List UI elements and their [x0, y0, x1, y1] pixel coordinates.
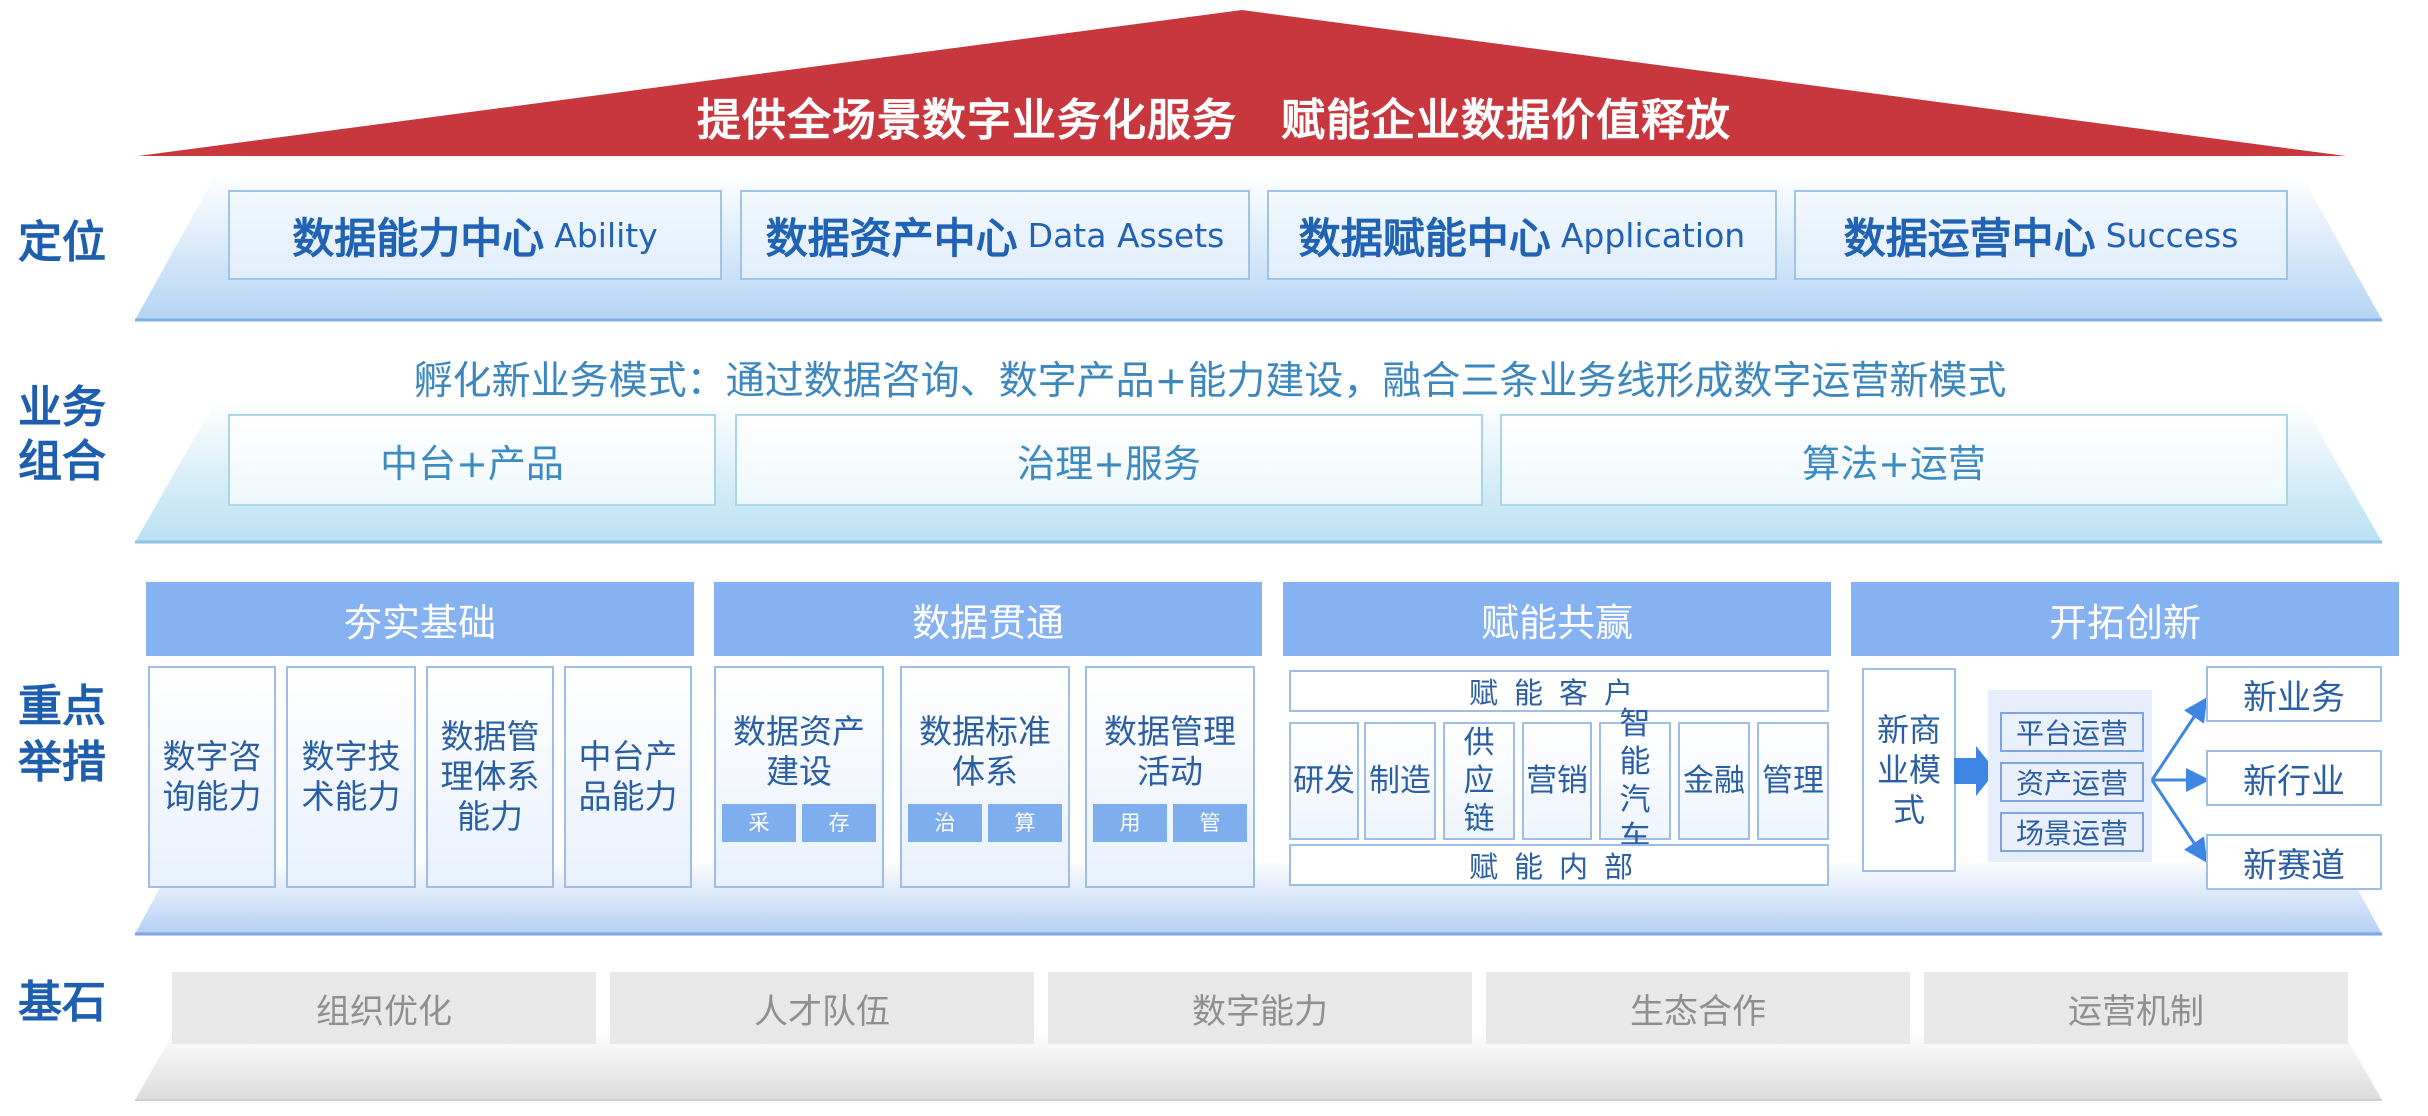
label-measures-line1: 重点 — [18, 681, 106, 732]
foundation-card: 中台产品能力 — [564, 666, 692, 888]
label-business-line2: 组合 — [18, 436, 106, 487]
business-line-governance: 治理+服务 — [735, 414, 1483, 506]
cornerstone-org: 组织优化 — [172, 972, 596, 1044]
cornerstone-digital: 数字能力 — [1048, 972, 1472, 1044]
category-integration: 数据贯通 — [714, 582, 1262, 656]
positioning-application: 数据赋能中心 Application — [1267, 190, 1777, 280]
foundation-card: 数据管理体系能力 — [426, 666, 554, 888]
category-empower: 赋能共赢 — [1283, 582, 1831, 656]
ops-platform: 平台运营 — [2000, 712, 2144, 752]
integration-tag: 采 — [722, 804, 796, 842]
positioning-ability-en: Ability — [554, 215, 658, 255]
integration-tag: 算 — [988, 804, 1062, 842]
outcome-new-track: 新赛道 — [2206, 834, 2382, 890]
integration-card-title: 数据标准体系 — [919, 712, 1051, 791]
business-banner: 孵化新业务模式：通过数据咨询、数字产品+能力建设，融合三条业务线形成数字运营新模… — [413, 359, 2007, 404]
positioning-success: 数据运营中心 Success — [1794, 190, 2288, 280]
cornerstone-talent: 人才队伍 — [610, 972, 1034, 1044]
positioning-data-assets: 数据资产中心 Data Assets — [740, 190, 1250, 280]
outcome-new-industry: 新行业 — [2206, 750, 2382, 806]
roof-slogan: 提供全场景数字业务化服务 赋能企业数据价值释放 — [0, 86, 2428, 146]
positioning-ability-cn: 数据能力中心 — [292, 213, 545, 263]
label-business-line1: 业务 — [18, 382, 106, 433]
industry-smart-auto: 智能汽车 — [1599, 706, 1671, 856]
integration-tag: 用 — [1093, 804, 1167, 842]
label-positioning: 定位 — [18, 217, 106, 268]
integration-card-title: 数据资产建设 — [733, 712, 865, 791]
integration-card: 数据资产建设 采 存 — [714, 666, 884, 888]
positioning-success-cn: 数据运营中心 — [1843, 213, 2096, 263]
industry-manufacturing: 制造 — [1364, 722, 1436, 840]
category-innovate: 开拓创新 — [1851, 582, 2399, 656]
foundation-card: 数字技术能力 — [286, 666, 416, 888]
integration-tag: 治 — [908, 804, 982, 842]
positioning-assets-cn: 数据资产中心 — [765, 213, 1018, 263]
positioning-application-cn: 数据赋能中心 — [1298, 213, 1551, 263]
industry-management: 管理 — [1757, 722, 1829, 840]
industry-marketing: 营销 — [1522, 722, 1592, 840]
branch-arrows — [2150, 697, 2210, 863]
label-measures-line2: 举措 — [18, 737, 106, 788]
empower-internal-bar: 赋能内部 — [1289, 844, 1829, 886]
industry-supply-chain: 供应链 — [1443, 722, 1515, 840]
label-cornerstone: 基石 — [18, 977, 106, 1028]
ops-scenario: 场景运营 — [2000, 812, 2144, 852]
empower-customers-bar: 赋能客户 — [1289, 670, 1829, 712]
integration-card: 数据标准体系 治 算 — [900, 666, 1070, 888]
integration-card: 数据管理活动 用 管 — [1085, 666, 1255, 888]
foundation-card: 数字咨询能力 — [148, 666, 276, 888]
roof-slogan-right: 赋能企业数据价值释放 — [1281, 95, 1731, 146]
industry-rnd: 研发 — [1289, 722, 1359, 840]
cornerstone-ecosystem: 生态合作 — [1486, 972, 1910, 1044]
positioning-ability: 数据能力中心 Ability — [228, 190, 722, 280]
ops-asset: 资产运营 — [2000, 762, 2144, 802]
industry-finance: 金融 — [1678, 722, 1750, 840]
roof-slogan-left: 提供全场景数字业务化服务 — [697, 95, 1237, 146]
business-line-platform: 中台+产品 — [228, 414, 716, 506]
new-business-model: 新商业模式 — [1862, 668, 1956, 872]
outcome-new-business: 新业务 — [2206, 666, 2382, 722]
cornerstone-operations: 运营机制 — [1924, 972, 2348, 1044]
integration-tag: 管 — [1173, 804, 1247, 842]
positioning-success-en: Success — [2105, 215, 2239, 255]
integration-card-title: 数据管理活动 — [1104, 712, 1236, 791]
business-line-algorithm: 算法+运营 — [1500, 414, 2288, 506]
category-foundation: 夯实基础 — [146, 582, 694, 656]
integration-tag: 存 — [802, 804, 876, 842]
positioning-assets-en: Data Assets — [1027, 215, 1225, 255]
positioning-application-en: Application — [1560, 215, 1746, 255]
